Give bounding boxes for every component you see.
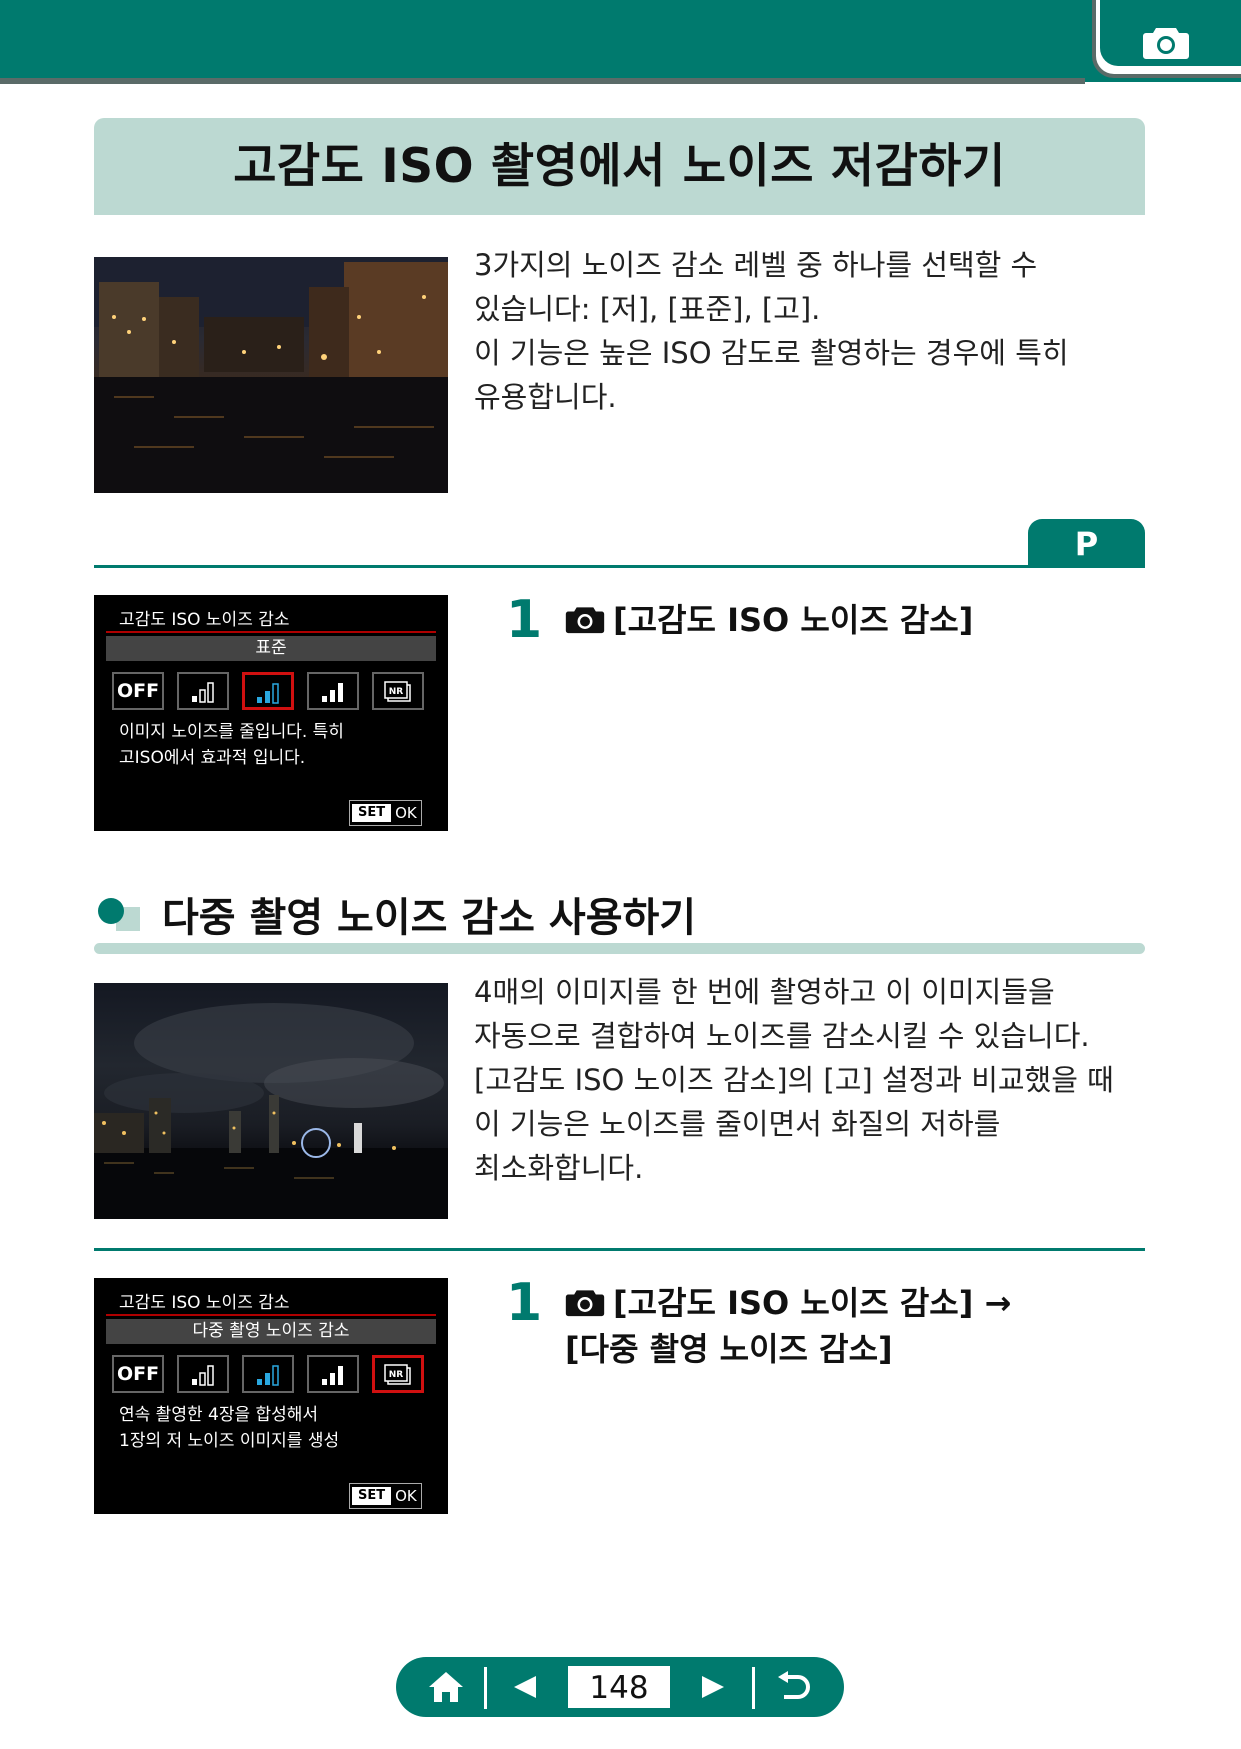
header-bar bbox=[0, 0, 1241, 82]
section-underline bbox=[94, 943, 1145, 954]
step-instruction: [고감도 ISO 노이즈 감소] bbox=[565, 597, 973, 643]
nav-separator bbox=[752, 1667, 755, 1709]
camera-icon bbox=[565, 607, 605, 634]
ok-label: OK bbox=[395, 1487, 417, 1505]
section-line-4: 이 기능은 노이즈를 줄이면서 화질의 저하를 bbox=[474, 1107, 1001, 1141]
section-line-2: 자동으로 결합하여 노이즈를 감소시킬 수 있습니다. bbox=[474, 1019, 1090, 1053]
set-ok-indicator: SET OK bbox=[349, 800, 422, 826]
screen-title: 고감도 ISO 노이즈 감소 bbox=[119, 1293, 290, 1313]
return-icon[interactable] bbox=[774, 1669, 814, 1705]
mode-tab-p: P bbox=[1028, 519, 1145, 567]
screen-divider bbox=[106, 631, 436, 633]
section-bullet bbox=[98, 898, 124, 924]
nav-separator bbox=[484, 1667, 487, 1709]
screen-description: 이미지 노이즈를 줄입니다. 특히 고ISO에서 효과적 입니다. bbox=[119, 719, 344, 771]
option-off: OFF bbox=[112, 672, 164, 710]
option-nr-icon: NR bbox=[372, 1355, 424, 1393]
section-rule-2 bbox=[94, 1248, 1145, 1251]
set-label: SET bbox=[352, 804, 392, 822]
screen-selected-value: 표준 bbox=[106, 636, 436, 661]
section-line-3: [고감도 ISO 노이즈 감소]의 [고] 설정과 비교했을 때 bbox=[474, 1063, 1114, 1097]
intro-line-1: 3가지의 노이즈 감소 레벨 중 하나를 선택할 수 bbox=[474, 248, 1038, 282]
screen-desc-line-2: 1장의 저 노이즈 이미지를 생성 bbox=[119, 1431, 340, 1451]
section-title: 다중 촬영 노이즈 감소 사용하기 bbox=[162, 895, 697, 941]
camera-menu-screen-1: 고감도 ISO 노이즈 감소 표준 OFF NR 이미지 노이즈를 줄입니다. … bbox=[94, 595, 448, 831]
screen-divider bbox=[106, 1314, 436, 1316]
section-line-5: 최소화합니다. bbox=[474, 1151, 644, 1185]
screen-desc-line-1: 연속 촬영한 4장을 합성해서 bbox=[119, 1405, 319, 1425]
option-nr-icon: NR bbox=[372, 672, 424, 710]
svg-text:NR: NR bbox=[389, 687, 404, 697]
option-standard-icon bbox=[242, 1355, 294, 1393]
camera-icon bbox=[565, 1290, 605, 1317]
intro-line-3: 이 기능은 높은 ISO 감도로 촬영하는 경우에 특히 bbox=[474, 336, 1069, 370]
step-number: 1 bbox=[506, 590, 543, 650]
intro-text: 3가지의 노이즈 감소 레벨 중 하나를 선택할 수 있습니다: [저], [표… bbox=[474, 243, 1134, 419]
screen-description: 연속 촬영한 4장을 합성해서 1장의 저 노이즈 이미지를 생성 bbox=[119, 1402, 339, 1454]
option-high-icon bbox=[307, 1355, 359, 1393]
intro-line-4: 유용합니다. bbox=[474, 380, 617, 414]
header-shadow bbox=[0, 78, 1085, 84]
night-canal-photo bbox=[94, 257, 448, 493]
prev-arrow-icon[interactable] bbox=[510, 1673, 540, 1701]
section-rule bbox=[94, 565, 1145, 568]
camera-menu-screen-2: 고감도 ISO 노이즈 감소 다중 촬영 노이즈 감소 OFF NR 연속 촬영… bbox=[94, 1278, 448, 1514]
screen-title: 고감도 ISO 노이즈 감소 bbox=[119, 610, 290, 630]
svg-text:NR: NR bbox=[389, 1370, 404, 1380]
page-title: 고감도 ISO 촬영에서 노이즈 저감하기 bbox=[233, 139, 1006, 194]
option-off: OFF bbox=[112, 1355, 164, 1393]
option-low-icon bbox=[177, 672, 229, 710]
set-ok-indicator: SET OK bbox=[349, 1483, 422, 1509]
night-skyline-photo bbox=[94, 983, 448, 1219]
step-number: 1 bbox=[506, 1273, 543, 1333]
option-standard-icon bbox=[242, 672, 294, 710]
screen-desc-line-1: 이미지 노이즈를 줄입니다. 특히 bbox=[119, 722, 344, 742]
intro-line-2: 있습니다: [저], [표준], [고]. bbox=[474, 292, 821, 326]
screen-desc-line-2: 고ISO에서 효과적 입니다. bbox=[119, 748, 306, 768]
page-number: 148 bbox=[568, 1666, 670, 1708]
set-label: SET bbox=[352, 1487, 392, 1505]
screen-selected-value: 다중 촬영 노이즈 감소 bbox=[106, 1319, 436, 1344]
step-menu-path-line-2: [다중 촬영 노이즈 감소] bbox=[565, 1330, 893, 1368]
section-line-1: 4매의 이미지를 한 번에 촬영하고 이 이미지들을 bbox=[474, 975, 1055, 1009]
step-instruction: [고감도 ISO 노이즈 감소] → [다중 촬영 노이즈 감소] bbox=[565, 1280, 1011, 1372]
option-low-icon bbox=[177, 1355, 229, 1393]
next-arrow-icon[interactable] bbox=[698, 1673, 728, 1701]
bottom-nav: 148 bbox=[396, 1657, 844, 1717]
section-text: 4매의 이미지를 한 번에 촬영하고 이 이미지들을 자동으로 결합하여 노이즈… bbox=[474, 970, 1154, 1190]
home-icon[interactable] bbox=[426, 1669, 466, 1705]
option-high-icon bbox=[307, 672, 359, 710]
ok-label: OK bbox=[395, 804, 417, 822]
step-menu-path: [고감도 ISO 노이즈 감소] bbox=[613, 601, 974, 639]
step-menu-path-line-1: [고감도 ISO 노이즈 감소] → bbox=[613, 1284, 1012, 1322]
camera-icon bbox=[1143, 28, 1189, 59]
